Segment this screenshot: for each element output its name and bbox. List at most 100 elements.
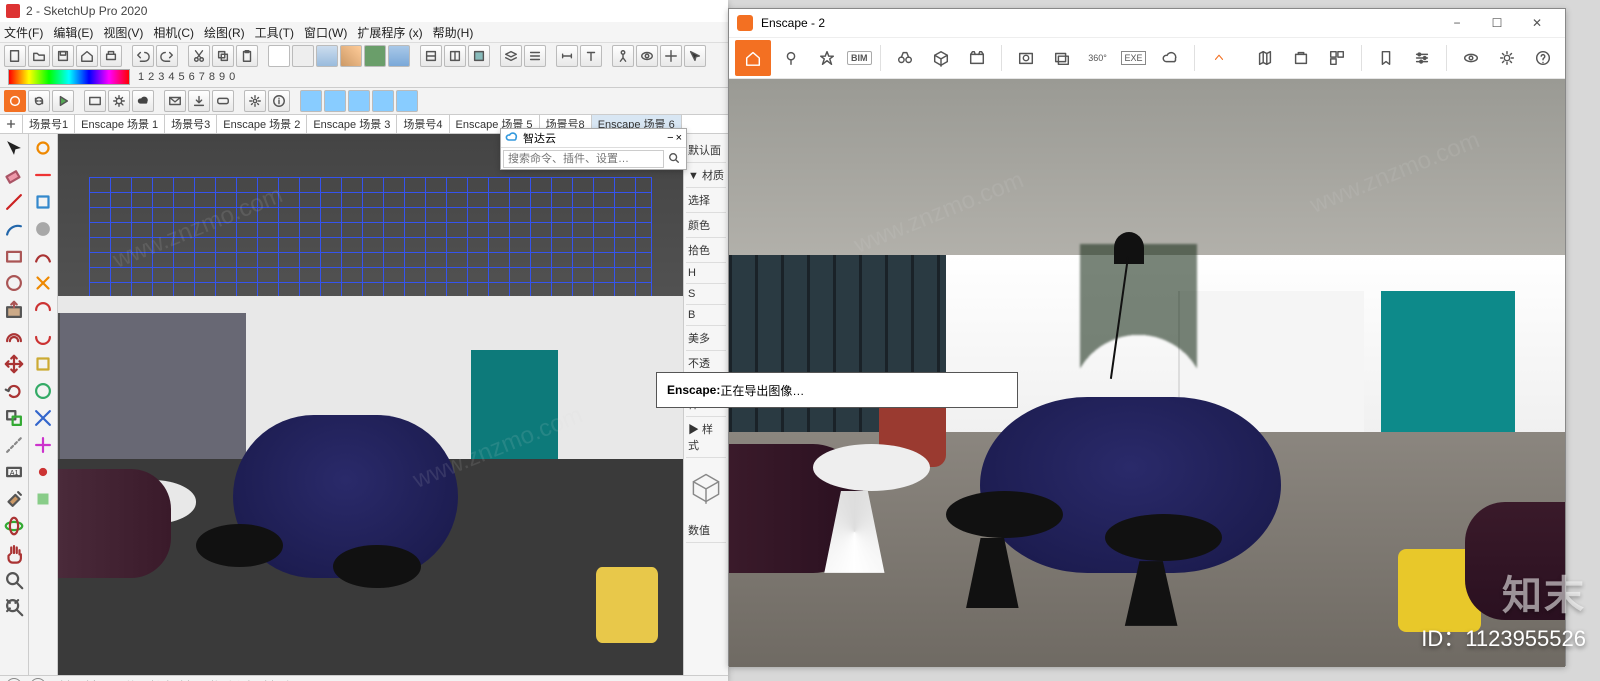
tool-look-icon[interactable]: [636, 45, 658, 67]
plugin-1-icon[interactable]: [31, 136, 55, 160]
enscape-asset-icon[interactable]: [1285, 42, 1317, 74]
zhida-search-icon[interactable]: [664, 152, 684, 167]
menu-extensions[interactable]: 扩展程序 (x): [357, 24, 422, 41]
tool-zoom-icon[interactable]: [2, 568, 26, 592]
menu-help[interactable]: 帮助(H): [433, 24, 474, 41]
enscape-qr-icon[interactable]: [1321, 42, 1353, 74]
tool-outliner-icon[interactable]: [524, 45, 546, 67]
tool-new-icon[interactable]: [4, 45, 26, 67]
tool-paste-icon[interactable]: [236, 45, 258, 67]
menu-camera[interactable]: 相机(C): [153, 24, 194, 41]
zhida-panel[interactable]: 智达云 − ×: [500, 128, 687, 170]
enscape-batch-icon[interactable]: [1046, 42, 1078, 74]
menu-draw[interactable]: 绘图(R): [204, 24, 245, 41]
tool-copy-icon[interactable]: [212, 45, 234, 67]
tray-materials[interactable]: ▼ 材质: [686, 163, 726, 188]
sketchup-viewport[interactable]: www.znzmo.com www.znzmo.com: [58, 134, 683, 675]
scene-tab-5[interactable]: Enscape 场景 3: [307, 115, 397, 133]
enscape-cloud-icon[interactable]: [132, 90, 154, 112]
tool-arrow-icon[interactable]: [684, 45, 706, 67]
tool-zoomext-icon[interactable]: [2, 595, 26, 619]
tray-select[interactable]: 选择: [686, 188, 726, 213]
zhida-min-icon[interactable]: −: [667, 132, 673, 144]
menu-file[interactable]: 文件(F): [4, 24, 43, 41]
num-1[interactable]: 1: [138, 71, 144, 83]
enscape-sun-icon[interactable]: [108, 90, 130, 112]
tray-h[interactable]: H: [686, 263, 726, 284]
enscape-titlebar[interactable]: Enscape - 2 − ☐ ✕: [729, 9, 1565, 38]
enscape-settings-icon[interactable]: [244, 90, 266, 112]
plugin-3-icon[interactable]: [31, 190, 55, 214]
plugin-7-icon[interactable]: [31, 298, 55, 322]
window-minimize-button[interactable]: −: [1437, 11, 1477, 35]
tool-redo-icon[interactable]: [156, 45, 178, 67]
style-xray-icon[interactable]: [388, 45, 410, 67]
enscape-home-button[interactable]: [735, 40, 771, 76]
scene-tab-4[interactable]: Enscape 场景 2: [217, 115, 307, 133]
enscape-eye-icon[interactable]: [1455, 42, 1487, 74]
tool-offset-icon[interactable]: [2, 325, 26, 349]
num-8[interactable]: 8: [209, 71, 215, 83]
num-0[interactable]: 0: [229, 71, 235, 83]
enscape-pin-icon[interactable]: [775, 42, 807, 74]
enscape-views-icon[interactable]: [84, 90, 106, 112]
menu-view[interactable]: 视图(V): [103, 24, 143, 41]
tool-text-icon[interactable]: [580, 45, 602, 67]
tool-layers-icon[interactable]: [500, 45, 522, 67]
scene-tab-6[interactable]: 场景号4: [397, 115, 449, 133]
tool-rotate-icon[interactable]: [2, 379, 26, 403]
menu-edit[interactable]: 编辑(E): [53, 24, 93, 41]
enscape-sliders-icon[interactable]: [1406, 42, 1438, 74]
plugin-13-icon[interactable]: [31, 460, 55, 484]
tool-paint-icon[interactable]: [2, 487, 26, 511]
enscape-cube-icon[interactable]: [925, 42, 957, 74]
enscape-favorite-icon[interactable]: [811, 42, 843, 74]
enscape-start-icon[interactable]: [52, 90, 74, 112]
style-wire-icon[interactable]: [268, 45, 290, 67]
zhida-search-input[interactable]: [503, 150, 664, 168]
menu-tools[interactable]: 工具(T): [255, 24, 294, 41]
scene-tab-2[interactable]: Enscape 场景 1: [75, 115, 165, 133]
tray-b[interactable]: B: [686, 305, 726, 326]
enscape-gear-icon[interactable]: [1491, 42, 1523, 74]
tool-pan-icon[interactable]: [2, 541, 26, 565]
plugin-2-icon[interactable]: [31, 163, 55, 187]
tool-cut-icon[interactable]: [188, 45, 210, 67]
zhida-close-icon[interactable]: ×: [676, 132, 682, 144]
cube-5-icon[interactable]: [396, 90, 418, 112]
num-4[interactable]: 4: [168, 71, 174, 83]
num-9[interactable]: 9: [219, 71, 225, 83]
cube-3-icon[interactable]: [348, 90, 370, 112]
enscape-binoculars-icon[interactable]: [889, 42, 921, 74]
sketchup-titlebar[interactable]: 2 - SketchUp Pro 2020: [0, 0, 728, 22]
tray-s[interactable]: S: [686, 284, 726, 305]
plugin-10-icon[interactable]: [31, 379, 55, 403]
enscape-export-icon[interactable]: [188, 90, 210, 112]
style-mono-icon[interactable]: [364, 45, 386, 67]
enscape-exe-icon[interactable]: EXE: [1118, 42, 1150, 74]
tool-print-icon[interactable]: [100, 45, 122, 67]
enscape-video-icon[interactable]: [961, 42, 993, 74]
enscape-screenshot-icon[interactable]: [1010, 42, 1042, 74]
enscape-bookmark-icon[interactable]: [1370, 42, 1402, 74]
num-6[interactable]: 6: [189, 71, 195, 83]
style-shaded-icon[interactable]: [316, 45, 338, 67]
plugin-6-icon[interactable]: [31, 271, 55, 295]
cube-2-icon[interactable]: [324, 90, 346, 112]
scene-tab-3[interactable]: 场景号3: [165, 115, 217, 133]
tool-push-icon[interactable]: [2, 298, 26, 322]
tray-picker[interactable]: 拾色: [686, 238, 726, 263]
plugin-11-icon[interactable]: [31, 406, 55, 430]
window-maximize-button[interactable]: ☐: [1477, 11, 1517, 35]
tool-section2-icon[interactable]: [444, 45, 466, 67]
tool-section-icon[interactable]: [420, 45, 442, 67]
tool-undo-icon[interactable]: [132, 45, 154, 67]
tray-header[interactable]: 默认面: [686, 138, 726, 163]
plugin-5-icon[interactable]: [31, 244, 55, 268]
plugin-14-icon[interactable]: [31, 487, 55, 511]
plugin-4-icon[interactable]: [31, 217, 55, 241]
tool-home-icon[interactable]: [76, 45, 98, 67]
style-textured-icon[interactable]: [340, 45, 362, 67]
num-2[interactable]: 2: [148, 71, 154, 83]
tool-text2-icon[interactable]: A1: [2, 460, 26, 484]
